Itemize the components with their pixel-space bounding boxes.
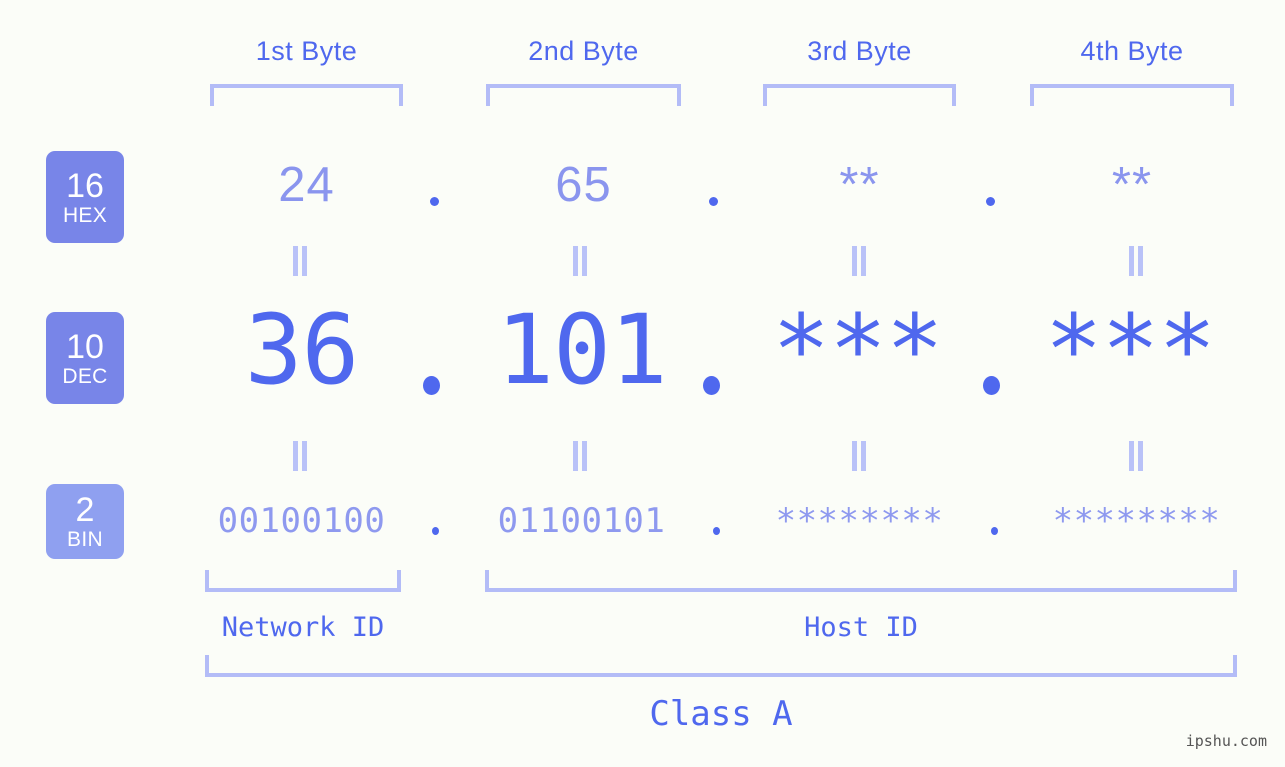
hex-byte-3-value: **	[839, 158, 880, 212]
byte-bracket-3	[763, 84, 956, 106]
network-id-label: Network ID	[221, 612, 385, 643]
class-bracket	[205, 655, 1237, 677]
equals-mark-dec-bin-3	[851, 441, 867, 471]
byte-bracket-4	[1030, 84, 1234, 106]
bin-separator-dot-1	[432, 527, 439, 535]
byte-bracket-1	[210, 84, 403, 106]
hex-byte-1-value: 24	[278, 158, 335, 212]
bin-separator-dot-3	[991, 527, 998, 535]
byte-header-1: 1st Byte	[255, 36, 358, 66]
dec-byte-2-value: 101	[496, 294, 667, 406]
dec-byte-1-value: 36	[244, 294, 360, 406]
class-label: Class A	[649, 694, 793, 734]
network-id-bracket	[205, 570, 401, 592]
equals-mark-hex-dec-4	[1128, 246, 1144, 276]
equals-mark-dec-bin-1	[292, 441, 308, 471]
hex-byte-4-value: **	[1111, 158, 1153, 212]
bin-byte-4-value: ********	[1052, 501, 1221, 541]
hex-separator-dot-1	[430, 197, 439, 206]
byte-header-3: 3rd Byte	[807, 36, 912, 66]
bin-byte-1-value: 00100100	[217, 501, 386, 541]
dec-separator-dot-2	[703, 376, 720, 395]
dec-separator-dot-3	[983, 376, 1000, 395]
base-badge-dec-number: 10	[66, 327, 104, 366]
equals-mark-dec-bin-2	[572, 441, 588, 471]
base-badge-bin-name: BIN	[67, 528, 103, 551]
host-id-bracket	[485, 570, 1237, 592]
bin-separator-dot-2	[713, 527, 720, 535]
base-badge-hex-name: HEX	[62, 203, 108, 227]
ip-byte-breakdown-diagram: 1st Byte 2nd Byte 3rd Byte 4th Byte 16 H…	[0, 0, 1285, 767]
bin-byte-2-value: 01100101	[497, 501, 666, 541]
hex-byte-2-value: 65	[555, 158, 612, 212]
base-badge-hex[interactable]: 16 HEX	[46, 151, 124, 243]
host-id-label: Host ID	[804, 612, 918, 643]
byte-header-2: 2nd Byte	[528, 36, 639, 66]
base-badge-bin[interactable]: 2 BIN	[46, 484, 124, 559]
equals-mark-hex-dec-3	[851, 246, 867, 276]
equals-mark-hex-dec-2	[572, 246, 588, 276]
equals-mark-dec-bin-4	[1128, 441, 1144, 471]
byte-header-4: 4th Byte	[1080, 36, 1184, 66]
equals-mark-hex-dec-1	[292, 246, 308, 276]
bin-byte-3-value: ********	[775, 501, 944, 541]
base-badge-bin-number: 2	[75, 491, 95, 529]
dec-byte-3-value: ***	[772, 294, 943, 406]
base-badge-dec-name: DEC	[62, 364, 108, 388]
dec-separator-dot-1	[423, 376, 440, 395]
hex-separator-dot-3	[986, 197, 995, 206]
hex-separator-dot-2	[709, 197, 718, 206]
dec-byte-4-value: ***	[1044, 294, 1216, 406]
site-watermark: ipshu.com	[1185, 732, 1267, 750]
byte-bracket-2	[486, 84, 681, 106]
base-badge-hex-number: 16	[66, 166, 104, 205]
base-badge-dec[interactable]: 10 DEC	[46, 312, 124, 404]
